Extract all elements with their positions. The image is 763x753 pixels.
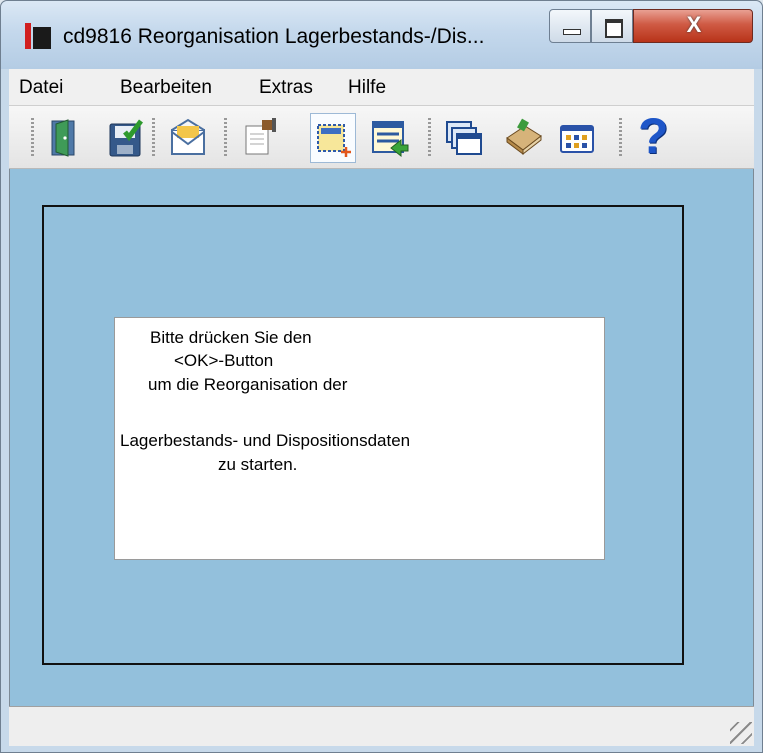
help-icon: ? — [638, 108, 669, 164]
menu-hilfe[interactable]: Hilfe — [348, 77, 386, 99]
mail-envelope-icon — [171, 118, 205, 155]
toolbar-grip[interactable] — [31, 118, 34, 158]
menu-datei[interactable]: Datei — [19, 77, 63, 99]
resize-grip-icon[interactable] — [730, 722, 752, 744]
message-line-2: <OK>-Button — [174, 351, 274, 370]
message-line-3: um die Reorganisation der — [148, 375, 348, 394]
toolbar-separator — [619, 118, 622, 158]
menu-bearbeiten[interactable]: Bearbeiten — [120, 77, 212, 99]
save-button[interactable] — [103, 113, 149, 163]
window-title: cd9816 Reorganisation Lagerbestands-/Dis… — [63, 25, 485, 48]
minimize-icon — [563, 29, 581, 35]
mail-button[interactable] — [165, 113, 211, 163]
exit-button[interactable] — [44, 113, 90, 163]
grid-view-icon — [560, 125, 594, 153]
exit-door-icon — [51, 119, 75, 157]
maximize-button[interactable] — [591, 9, 633, 43]
toolbar: ? — [9, 105, 754, 169]
message-line-1: Bitte drücken Sie den — [150, 328, 312, 347]
menu-bar: Datei Bearbeiten Extras Hilfe — [9, 69, 754, 105]
new-record-icon — [317, 124, 351, 157]
windows-button[interactable] — [441, 113, 487, 163]
toolbar-separator — [428, 118, 431, 158]
book-icon — [506, 118, 542, 156]
message-box: Bitte drücken Sie den <OK>-Button um die… — [114, 317, 605, 560]
toolbar-separator — [224, 118, 227, 158]
book-button[interactable] — [501, 113, 547, 163]
message-line-4: Lagerbestands- und Dispositionsdaten — [120, 431, 411, 450]
help-button[interactable]: ? — [630, 108, 676, 164]
application-window: cd9816 Reorganisation Lagerbestands-/Dis… — [0, 0, 763, 753]
list-transfer-icon — [372, 121, 409, 158]
title-bar[interactable]: cd9816 Reorganisation Lagerbestands-/Dis… — [1, 1, 762, 69]
close-button[interactable]: X — [633, 9, 753, 43]
transfer-button[interactable] — [367, 113, 413, 163]
new-record-button[interactable] — [310, 113, 356, 163]
save-disk-icon — [109, 119, 143, 157]
minimize-button[interactable] — [549, 9, 591, 43]
status-bar — [9, 706, 754, 746]
app-icon — [25, 23, 51, 49]
windows-stack-icon — [446, 121, 482, 155]
menu-extras[interactable]: Extras — [259, 77, 313, 99]
edit-button[interactable] — [238, 113, 284, 163]
message-line-5: zu starten. — [218, 455, 298, 474]
maximize-icon — [605, 19, 623, 38]
edit-document-icon — [245, 118, 276, 155]
close-icon: X — [686, 12, 702, 37]
toolbar-separator — [152, 118, 155, 158]
grid-view-button[interactable] — [554, 113, 600, 163]
